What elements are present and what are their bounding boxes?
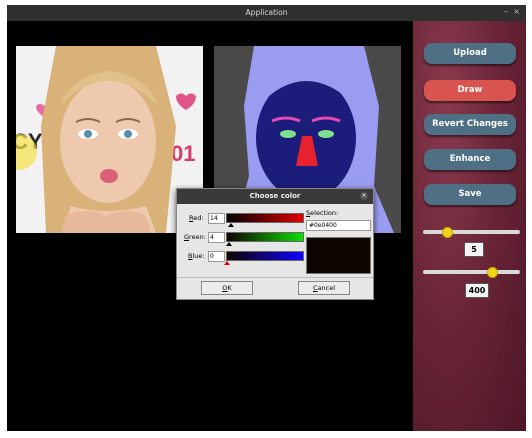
red-slider-marker[interactable] (228, 223, 234, 227)
second-slider[interactable] (423, 267, 520, 278)
app-window: Application – × CYC 01 Choose color × Re… (7, 5, 526, 431)
revert-changes-button[interactable]: Revert Changes (424, 114, 516, 135)
brush-size-slider[interactable] (423, 227, 520, 238)
dialog-title: Choose color (249, 192, 301, 200)
green-slider-marker[interactable] (226, 242, 232, 246)
second-slider-knob[interactable] (487, 267, 498, 278)
close-icon[interactable]: × (513, 7, 520, 16)
blue-label: Blue: (188, 252, 205, 260)
selection-hex-input[interactable]: #0e0400 (306, 220, 371, 231)
blue-gradient-bar[interactable] (226, 251, 304, 261)
image-canvas: CYC 01 Choose color × Red: 14 Green: 4 B… (7, 21, 413, 431)
draw-button[interactable]: Draw (424, 80, 516, 101)
dialog-separator (177, 277, 373, 278)
blue-slider-marker[interactable] (224, 261, 230, 265)
selection-label: Selection: (306, 209, 339, 217)
minimize-icon[interactable]: – (504, 7, 508, 16)
red-gradient-bar[interactable] (226, 213, 304, 223)
choose-color-dialog: Choose color × Red: 14 Green: 4 Blue: 0 … (176, 188, 374, 300)
dialog-title-bar: Choose color × (177, 189, 373, 204)
second-slider-value: 400 (465, 283, 489, 298)
brush-size-slider-knob[interactable] (442, 227, 453, 238)
dialog-close-icon[interactable]: × (360, 192, 368, 200)
red-label: Red: (189, 214, 204, 222)
title-bar: Application – × (7, 5, 526, 21)
green-gradient-bar[interactable] (226, 232, 304, 242)
ok-button[interactable]: OK (201, 281, 253, 295)
window-title: Application (245, 8, 288, 17)
blue-spinbox[interactable]: 0 (208, 251, 225, 262)
save-button[interactable]: Save (424, 184, 516, 205)
tool-sidebar: Upload Draw Revert Changes Enhance Save … (413, 21, 526, 431)
enhance-button[interactable]: Enhance (424, 149, 516, 170)
cancel-button[interactable]: Cancel (298, 281, 350, 295)
green-spinbox[interactable]: 4 (208, 232, 225, 243)
selected-color-swatch (306, 237, 371, 274)
upload-button[interactable]: Upload (424, 43, 516, 64)
original-photo: CYC 01 (16, 46, 203, 233)
svg-text:01: 01 (171, 141, 195, 166)
red-spinbox[interactable]: 14 (208, 213, 225, 224)
brush-size-value: 5 (464, 242, 484, 257)
green-label: Green: (184, 233, 206, 241)
